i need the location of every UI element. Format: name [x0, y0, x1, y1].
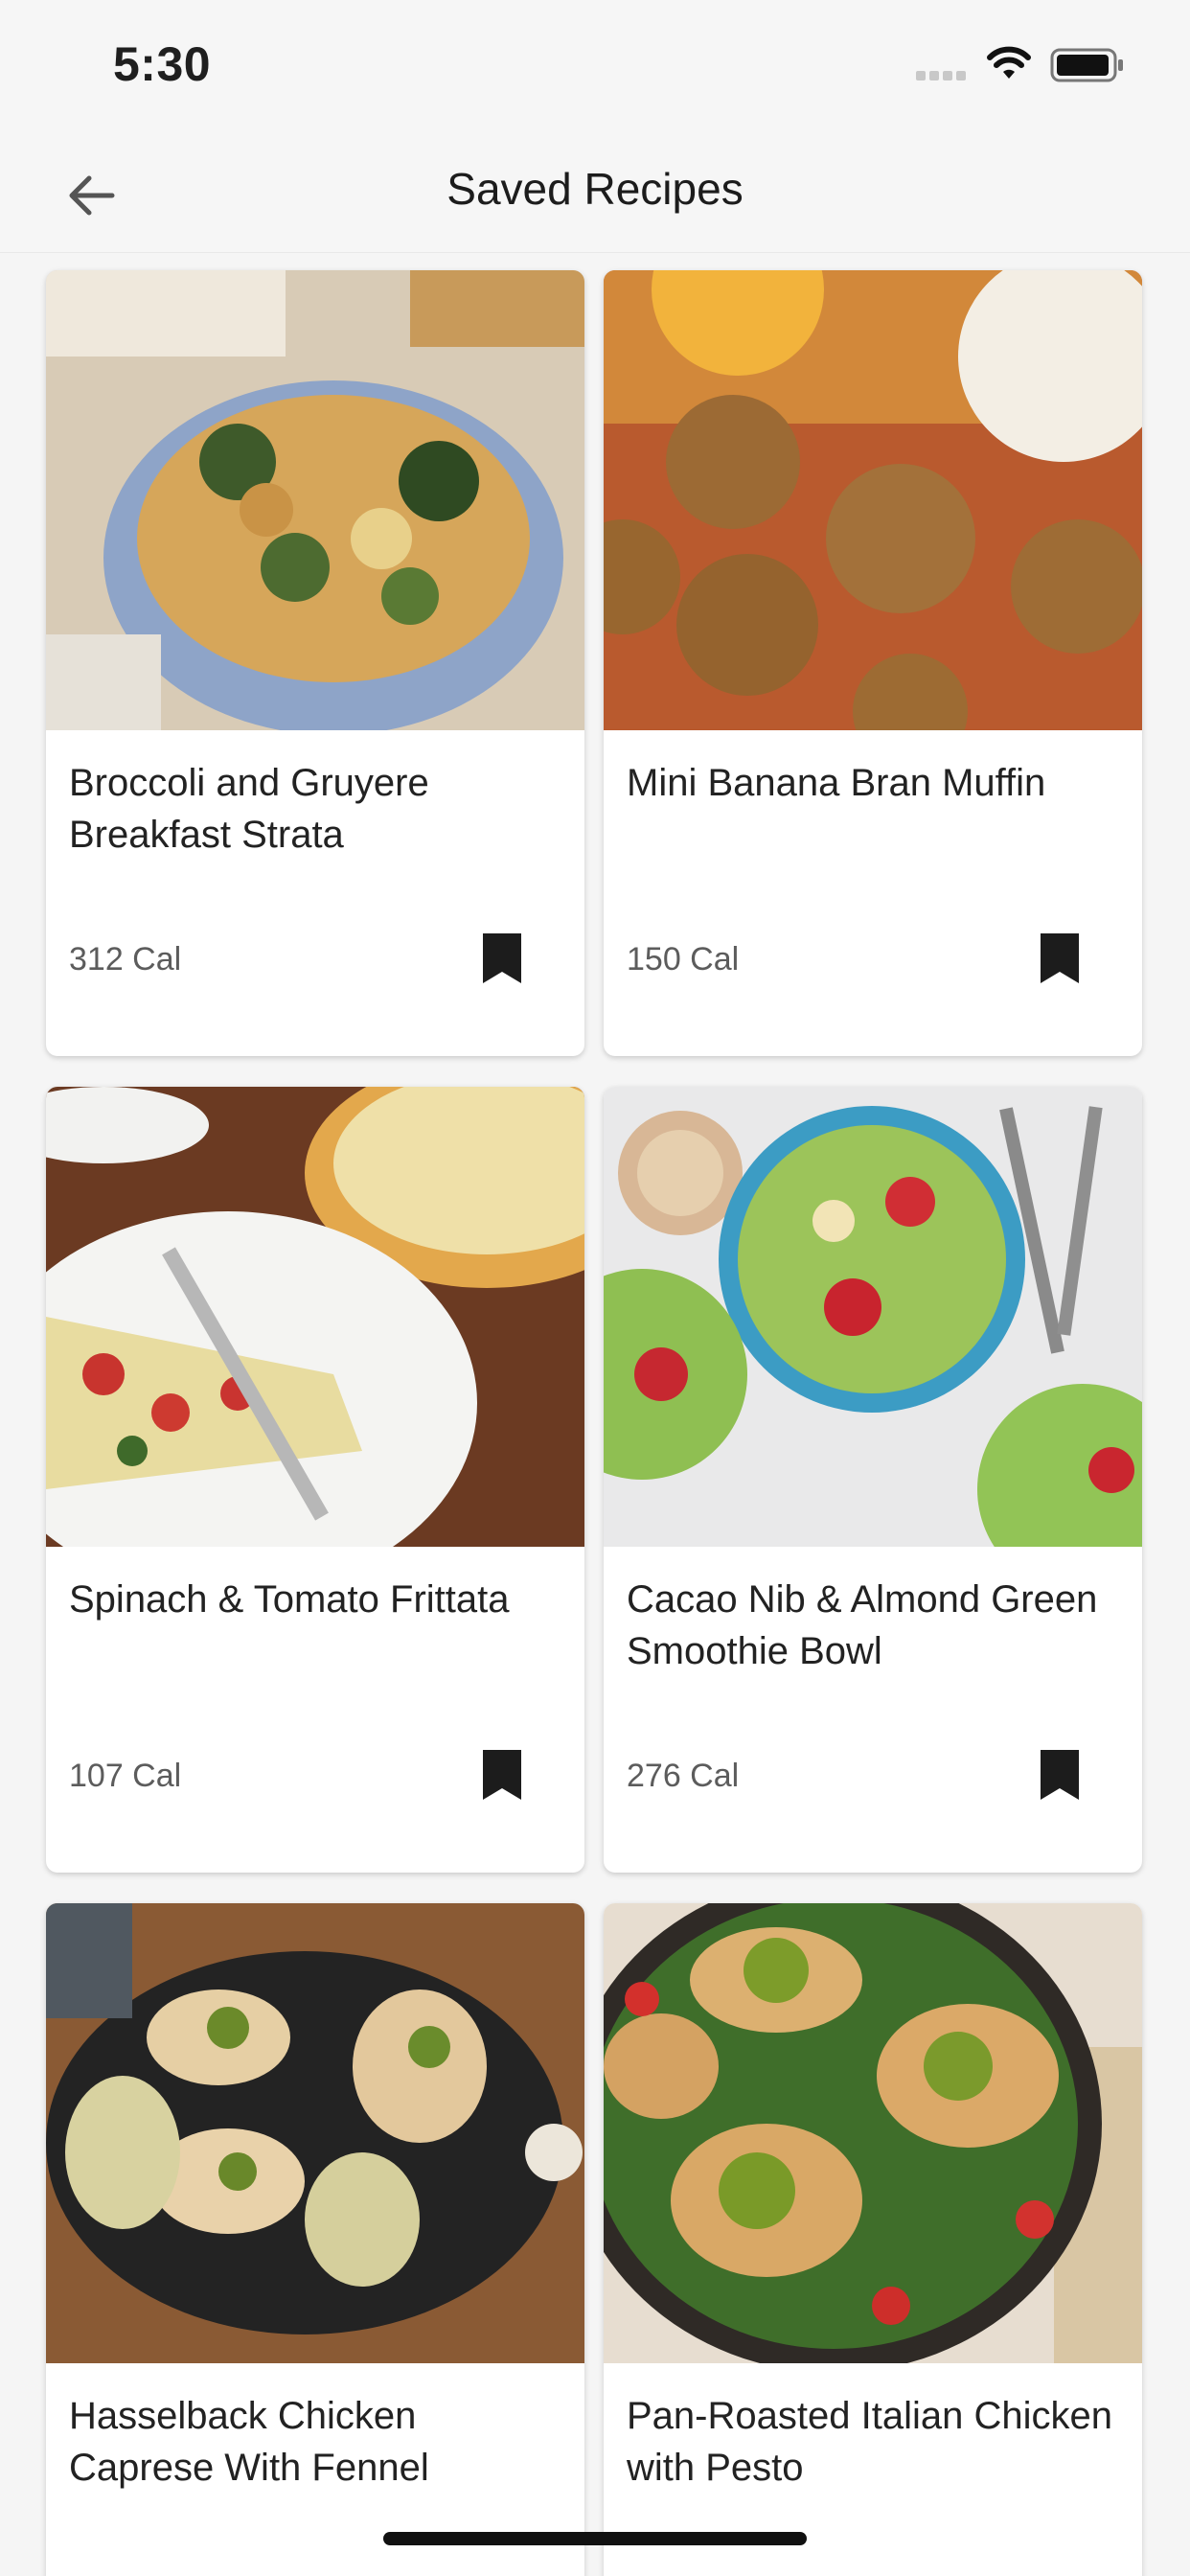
- cellular-signal-icon: [916, 71, 966, 80]
- recipe-title: Spinach & Tomato Frittata: [69, 1578, 510, 1621]
- recipe-card[interactable]: Cacao Nib & Almond Green Smoothie Bowl 2…: [604, 1087, 1142, 1873]
- recipe-calories: 312 Cal: [69, 941, 182, 978]
- recipe-image: [46, 270, 584, 730]
- bookmark-icon[interactable]: [1039, 932, 1081, 985]
- recipe-card[interactable]: Pan-Roasted Italian Chicken with Pesto: [604, 1903, 1142, 2576]
- status-time: 5:30: [113, 37, 212, 91]
- status-bar: 5:30: [0, 0, 1190, 134]
- recipe-calories: 150 Cal: [627, 941, 740, 978]
- recipe-image: [46, 1903, 584, 2363]
- recipe-image: [604, 1903, 1142, 2363]
- recipe-calories: 107 Cal: [69, 1758, 182, 1794]
- recipe-title: Pan-Roasted Italian Chicken with Pesto: [627, 2395, 1112, 2489]
- recipe-card[interactable]: Broccoli and Gruyere Breakfast Strata 31…: [46, 270, 584, 1056]
- recipe-card[interactable]: Spinach & Tomato Frittata 107 Cal: [46, 1087, 584, 1873]
- page-title: Saved Recipes: [446, 164, 744, 214]
- recipe-card[interactable]: Hasselback Chicken Caprese With Fennel: [46, 1903, 584, 2576]
- recipe-image: [604, 270, 1142, 730]
- navigation-bar: Saved Recipes: [0, 134, 1190, 253]
- bookmark-icon[interactable]: [481, 1748, 523, 1802]
- recipe-title: Cacao Nib & Almond Green Smoothie Bowl: [627, 1578, 1098, 1672]
- recipe-calories: 276 Cal: [627, 1758, 740, 1794]
- wifi-icon: [987, 46, 1031, 79]
- recipe-title: Broccoli and Gruyere Breakfast Strata: [69, 762, 429, 856]
- battery-icon: [1050, 48, 1123, 82]
- recipe-title: Hasselback Chicken Caprese With Fennel: [69, 2395, 429, 2489]
- recipe-grid: Broccoli and Gruyere Breakfast Strata 31…: [46, 270, 1144, 2576]
- recipe-title: Mini Banana Bran Muffin: [627, 762, 1046, 804]
- home-indicator[interactable]: [383, 2532, 807, 2545]
- recipe-image: [604, 1087, 1142, 1547]
- bookmark-icon[interactable]: [481, 932, 523, 985]
- recipe-card[interactable]: Mini Banana Bran Muffin 150 Cal: [604, 270, 1142, 1056]
- bookmark-icon[interactable]: [1039, 1748, 1081, 1802]
- recipe-image: [46, 1087, 584, 1547]
